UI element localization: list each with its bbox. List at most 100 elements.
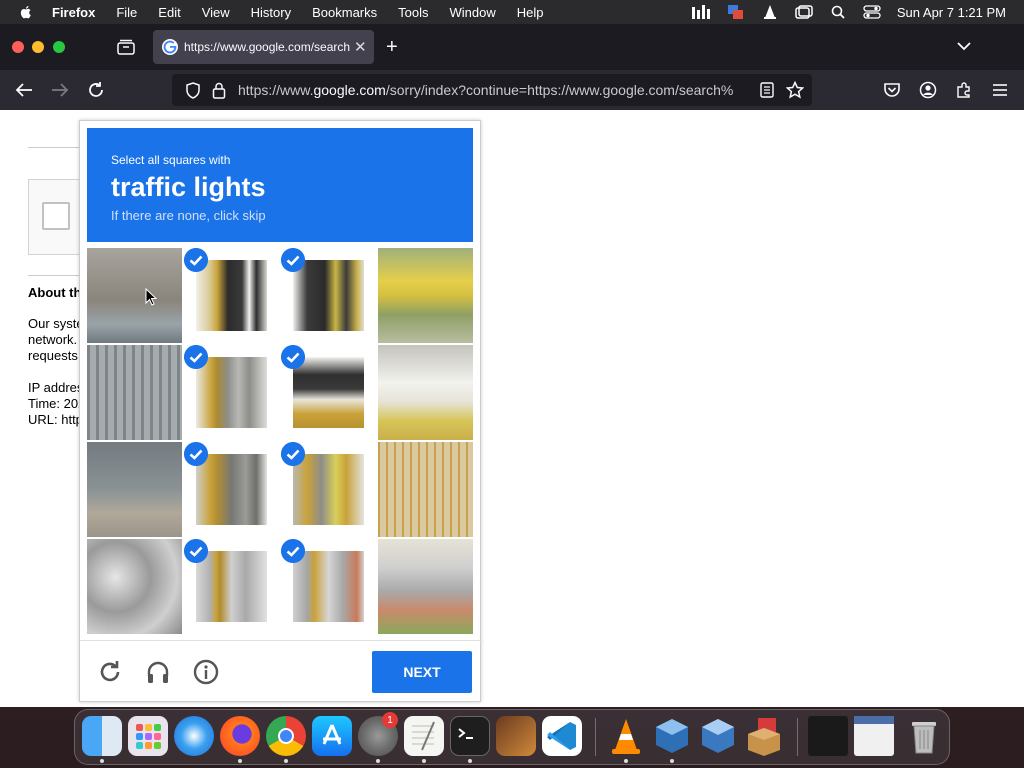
captcha-tile[interactable] xyxy=(281,442,376,537)
captcha-tile[interactable] xyxy=(378,248,473,343)
reload-challenge-icon[interactable] xyxy=(97,659,123,685)
back-arrow-icon[interactable] xyxy=(14,80,34,100)
captcha-tile[interactable] xyxy=(281,539,376,634)
captcha-tile[interactable] xyxy=(184,248,279,343)
close-window-button[interactable] xyxy=(12,41,24,53)
vlc-menu-icon[interactable] xyxy=(759,4,781,20)
control-center-icon[interactable] xyxy=(861,4,883,20)
screen-share-icon[interactable] xyxy=(725,4,747,20)
menu-app-name[interactable]: Firefox xyxy=(52,5,95,20)
launchpad-icon[interactable] xyxy=(128,716,168,756)
vscode-icon[interactable] xyxy=(542,716,582,756)
safari-icon[interactable] xyxy=(174,716,214,756)
lock-icon[interactable] xyxy=(212,82,226,99)
address-bar[interactable]: https://www.google.com/sorry/index?conti… xyxy=(172,74,812,106)
tab-title: https://www.google.com/search xyxy=(184,40,351,54)
url-text[interactable]: https://www.google.com/sorry/index?conti… xyxy=(238,82,750,98)
menu-edit[interactable]: Edit xyxy=(158,5,180,20)
finder-icon[interactable] xyxy=(82,716,122,756)
forward-arrow-icon[interactable] xyxy=(50,80,70,100)
new-tab-button[interactable]: + xyxy=(386,36,398,59)
firefox-icon[interactable] xyxy=(220,716,260,756)
captcha-tile[interactable] xyxy=(87,539,182,634)
menu-clock[interactable]: Sun Apr 7 1:21 PM xyxy=(897,5,1006,20)
menu-view[interactable]: View xyxy=(202,5,230,20)
captcha-tile[interactable] xyxy=(87,248,182,343)
menu-file[interactable]: File xyxy=(116,5,137,20)
textedit-icon[interactable] xyxy=(404,716,444,756)
url-domain: google.com xyxy=(313,82,386,98)
url-prefix: https://www. xyxy=(238,82,314,98)
captcha-tile[interactable] xyxy=(184,539,279,634)
chrome-icon[interactable] xyxy=(266,716,306,756)
trash-icon[interactable] xyxy=(904,716,944,756)
menu-tools[interactable]: Tools xyxy=(398,5,428,20)
headphones-icon[interactable] xyxy=(145,659,171,685)
captcha-tile[interactable] xyxy=(281,345,376,440)
checkmark-icon xyxy=(184,442,208,466)
navigation-toolbar: https://www.google.com/sorry/index?conti… xyxy=(0,70,1024,110)
dock-separator xyxy=(797,718,798,756)
zoom-window-button[interactable] xyxy=(53,41,65,53)
captcha-tile[interactable] xyxy=(184,442,279,537)
firefox-view-icon[interactable] xyxy=(116,38,136,56)
menu-window[interactable]: Window xyxy=(450,5,496,20)
garageband-icon[interactable] xyxy=(496,716,536,756)
dock-separator xyxy=(595,718,596,756)
virtualbox-vm-icon[interactable] xyxy=(698,716,738,756)
info-icon[interactable] xyxy=(193,659,219,685)
window-icon[interactable] xyxy=(793,4,815,20)
minimize-window-button[interactable] xyxy=(32,41,44,53)
checkmark-icon xyxy=(184,345,208,369)
checkmark-icon xyxy=(281,539,305,563)
captcha-tile[interactable] xyxy=(378,345,473,440)
vlc-icon[interactable] xyxy=(606,716,646,756)
body-line: Our syste xyxy=(28,316,84,331)
captcha-header: Select all squares with traffic lights I… xyxy=(87,128,473,242)
captcha-tile[interactable] xyxy=(87,345,182,440)
chrome-window-thumb-icon[interactable] xyxy=(854,716,894,756)
body-line: IP addres xyxy=(28,380,84,395)
hamburger-menu-icon[interactable] xyxy=(990,80,1010,100)
url-rest: /sorry/index?continue=https://www.google… xyxy=(385,82,734,98)
screenshot-thumb-icon[interactable] xyxy=(808,716,848,756)
pocket-icon[interactable] xyxy=(882,80,902,100)
stats-icon[interactable] xyxy=(691,4,713,20)
account-icon[interactable] xyxy=(918,80,938,100)
apple-icon[interactable] xyxy=(18,4,34,20)
notification-badge: 1 xyxy=(382,712,398,728)
running-indicator xyxy=(468,759,472,763)
extensions-icon[interactable] xyxy=(954,80,974,100)
virtualbox-icon[interactable] xyxy=(652,716,692,756)
chevron-down-icon[interactable] xyxy=(956,38,972,54)
app-store-icon[interactable] xyxy=(312,716,352,756)
body-line: network. xyxy=(28,332,78,347)
menu-help[interactable]: Help xyxy=(517,5,544,20)
captcha-instruction: Select all squares with xyxy=(111,153,231,167)
close-tab-icon[interactable]: ✕ xyxy=(354,38,367,56)
menu-history[interactable]: History xyxy=(251,5,291,20)
captcha-tile[interactable] xyxy=(184,345,279,440)
captcha-tile[interactable] xyxy=(378,539,473,634)
tab-google-search[interactable]: https://www.google.com/search ✕ xyxy=(153,30,374,64)
terminal-icon[interactable] xyxy=(450,716,490,756)
next-button[interactable]: NEXT xyxy=(372,651,472,693)
running-indicator xyxy=(422,759,426,763)
running-indicator xyxy=(670,759,674,763)
recaptcha-checkbox[interactable] xyxy=(42,202,70,230)
shield-icon[interactable] xyxy=(185,82,201,99)
checkmark-icon xyxy=(281,345,305,369)
captcha-tile[interactable] xyxy=(87,442,182,537)
google-favicon-icon xyxy=(162,39,178,55)
captcha-tile[interactable] xyxy=(281,248,376,343)
spotlight-search-icon[interactable] xyxy=(827,4,849,20)
reader-view-icon[interactable] xyxy=(760,82,774,98)
tab-bar: https://www.google.com/search ✕ + xyxy=(0,24,1024,70)
captcha-tile[interactable] xyxy=(378,442,473,537)
body-line: URL: http xyxy=(28,412,83,427)
bookmark-star-icon[interactable] xyxy=(786,81,804,99)
reload-icon[interactable] xyxy=(86,80,106,100)
menu-bookmarks[interactable]: Bookmarks xyxy=(312,5,377,20)
mouse-cursor-icon xyxy=(145,288,157,306)
archive-utility-icon[interactable] xyxy=(744,716,784,756)
